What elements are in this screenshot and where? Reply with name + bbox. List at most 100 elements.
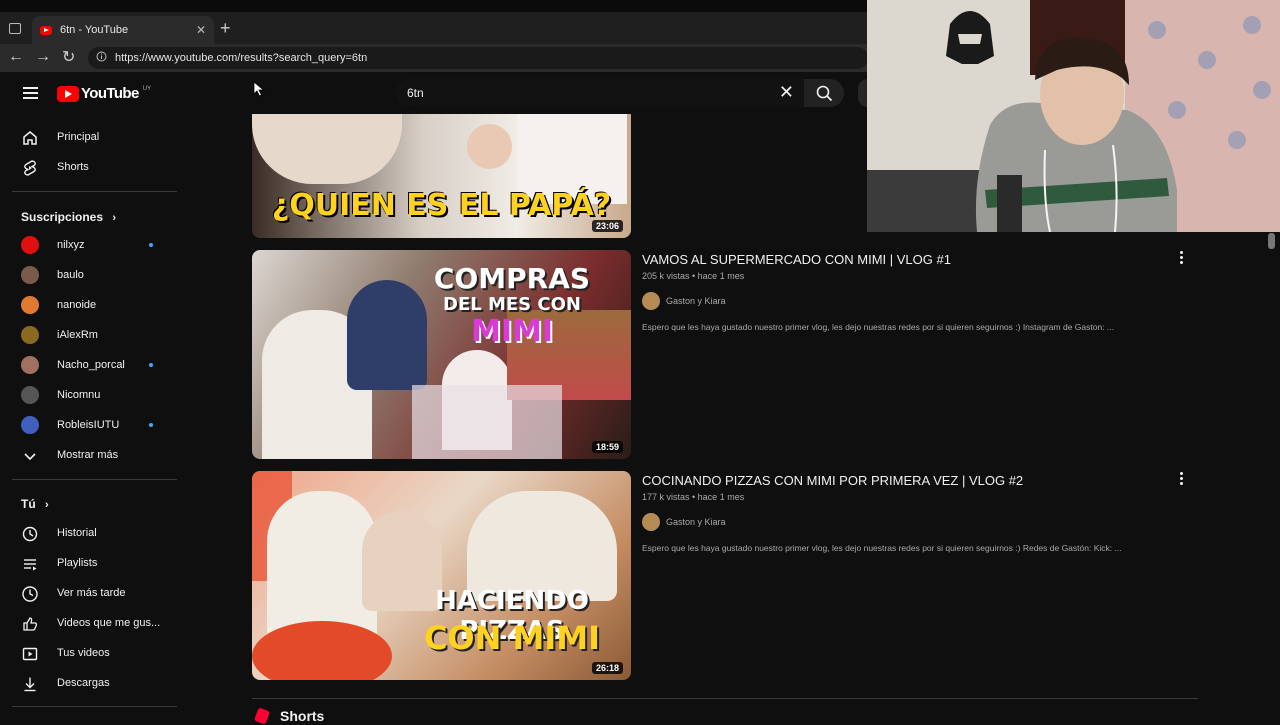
thumbnail-text: MIMI: [470, 314, 554, 349]
search-input[interactable]: 6tn ✕: [396, 79, 804, 107]
you-heading[interactable]: Tú ›: [21, 497, 49, 511]
youtube-play-icon: [57, 85, 79, 102]
sidebar-item-shorts[interactable]: Shorts: [0, 152, 180, 182]
clear-search-icon[interactable]: ✕: [779, 82, 794, 103]
address-bar[interactable]: https://www.youtube.com/results?search_q…: [88, 47, 868, 69]
sidebar-item-watch-later[interactable]: Ver más tarde: [0, 578, 180, 608]
sidebar-item-label: Tus videos: [57, 647, 110, 659]
chevron-right-icon: ›: [45, 499, 49, 511]
video-thumbnail[interactable]: HACIENDO PIZZAS CON MIMI 26:18: [252, 471, 631, 680]
downloads-icon: [24, 677, 36, 692]
sidebar-item-baulo[interactable]: baulo: [0, 260, 180, 290]
history-icon: [22, 526, 38, 542]
new-tab-icon[interactable]: +: [220, 18, 231, 39]
youtube-logo[interactable]: YouTube UY: [57, 85, 151, 102]
more-actions-icon[interactable]: [1180, 472, 1184, 487]
search-icon: [816, 85, 832, 101]
subscriptions-title: Suscripciones: [21, 210, 104, 224]
chevron-down-icon: [24, 453, 36, 461]
sidebar-item-label: Shorts: [57, 161, 89, 173]
channel-avatar: [642, 292, 660, 310]
playlists-icon: [24, 559, 37, 571]
webcam-overlay: [867, 0, 1280, 232]
region-code: UY: [142, 85, 152, 92]
sidebar-divider: [12, 191, 177, 192]
menu-icon[interactable]: [23, 87, 38, 99]
tab-title: 6tn - YouTube: [60, 24, 129, 36]
new-content-dot: [149, 363, 153, 367]
sidebar-item-ialexrm[interactable]: iAlexRm: [0, 320, 180, 350]
thumbnail-text: DEL MES CON: [443, 294, 581, 315]
scrollbar-thumb[interactable]: [1268, 233, 1275, 249]
sidebar-item-label: nilxyz: [57, 239, 85, 251]
tab-close-icon[interactable]: ✕: [196, 23, 206, 37]
shorts-icon: [24, 160, 36, 176]
site-info-icon[interactable]: [96, 51, 107, 65]
sidebar-item-playlists[interactable]: Playlists: [0, 548, 180, 578]
sidebar-item-label: nanoide: [57, 299, 97, 311]
new-content-dot: [149, 423, 153, 427]
back-icon[interactable]: ←: [8, 48, 24, 66]
channel-link[interactable]: Gaston y Kiara: [642, 513, 726, 531]
video-meta: 205 k vistas • hace 1 mes: [642, 271, 745, 281]
sidebar: Principal Shorts Suscripciones › nilxyz …: [0, 114, 200, 720]
sidebar-item-nanoide[interactable]: nanoide: [0, 290, 180, 320]
reload-icon[interactable]: ↻: [62, 47, 75, 67]
avatar: [21, 236, 39, 254]
sidebar-item-label: Nacho_porcal: [57, 359, 125, 371]
youtube-masthead: YouTube UY 6tn ✕: [0, 72, 868, 114]
your-videos-icon: [22, 647, 38, 661]
thumbnail-text: COMPRAS: [433, 262, 591, 295]
sidebar-item-downloads[interactable]: Descargas: [0, 668, 180, 698]
youtube-favicon-icon: [40, 25, 52, 35]
sidebar-item-label: Ver más tarde: [57, 587, 126, 599]
logo-text: YouTube: [81, 85, 139, 102]
sidebar-item-nicomnu[interactable]: Nicomnu: [0, 380, 180, 410]
liked-icon: [23, 617, 38, 631]
sidebar-item-label: Nicomnu: [57, 389, 101, 401]
sidebar-item-principal[interactable]: Principal: [0, 122, 180, 152]
sidebar-divider: [12, 706, 177, 707]
you-title: Tú: [21, 497, 36, 511]
subscriptions-heading[interactable]: Suscripciones ›: [21, 210, 116, 224]
shorts-title: Shorts: [280, 708, 325, 724]
sidebar-item-robleisiutu[interactable]: RobleisIUTU: [0, 410, 180, 440]
avatar: [21, 356, 39, 374]
sidebar-item-nacho-porcal[interactable]: Nacho_porcal: [0, 350, 180, 380]
avatar: [21, 386, 39, 404]
show-more-label: Mostrar más: [57, 449, 119, 461]
sidebar-item-historial[interactable]: Historial: [0, 518, 180, 548]
chevron-right-icon: ›: [112, 212, 117, 224]
video-title[interactable]: COCINANDO PIZZAS CON MIMI POR PRIMERA VE…: [642, 473, 1023, 488]
forward-icon[interactable]: →: [35, 48, 51, 66]
shorts-icon: [253, 707, 271, 725]
sidebar-item-nilxyz[interactable]: nilxyz: [0, 230, 180, 260]
sidebar-item-label: Descargas: [57, 677, 110, 689]
video-description: Espero que les haya gustado nuestro prim…: [642, 322, 1115, 332]
section-divider: [252, 698, 1198, 699]
show-more-button[interactable]: Mostrar más: [0, 440, 180, 470]
search-button[interactable]: [804, 79, 844, 107]
shorts-section-heading: Shorts: [253, 707, 325, 725]
video-title[interactable]: VAMOS AL SUPERMERCADO CON MIMI | VLOG #1: [642, 252, 951, 267]
channel-name: Gaston y Kiara: [666, 517, 726, 527]
video-description: Espero que les haya gustado nuestro prim…: [642, 543, 1122, 553]
avatar: [21, 296, 39, 314]
avatar: [21, 266, 39, 284]
more-actions-icon[interactable]: [1180, 251, 1184, 266]
sidebar-item-your-videos[interactable]: Tus videos: [0, 638, 180, 668]
video-thumbnail[interactable]: COMPRAS DEL MES CON MIMI 18:59: [252, 250, 631, 459]
video-thumbnail[interactable]: ¿QUIEN ES EL PAPÁ? 23:06: [252, 114, 631, 238]
sidebar-item-liked-videos[interactable]: Videos que me gus...: [0, 608, 180, 638]
tab-actions-icon[interactable]: [9, 23, 21, 34]
mouse-cursor-icon: [253, 81, 265, 97]
sidebar-item-label: Principal: [57, 131, 100, 143]
sidebar-item-label: Historial: [57, 527, 97, 539]
channel-link[interactable]: Gaston y Kiara: [642, 292, 726, 310]
sidebar-item-label: Videos que me gus...: [57, 617, 161, 629]
watch-later-icon: [22, 586, 38, 602]
duration-badge: 26:18: [591, 662, 623, 674]
duration-badge: 18:59: [591, 441, 623, 453]
channel-avatar: [642, 513, 660, 531]
browser-tab[interactable]: 6tn - YouTube ✕: [32, 16, 214, 44]
